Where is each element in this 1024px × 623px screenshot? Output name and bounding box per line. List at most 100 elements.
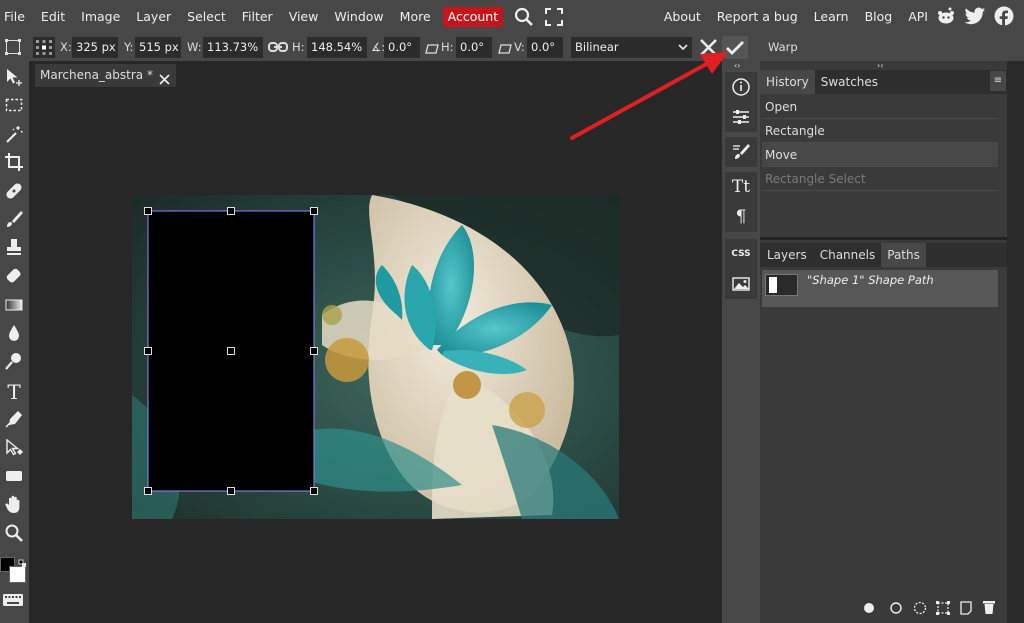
close-tab-icon[interactable] <box>159 70 170 93</box>
history-item-move[interactable]: Move <box>762 143 998 167</box>
panel-menu-icon[interactable]: ≡ <box>990 71 1006 91</box>
info-panel-icon[interactable] <box>725 72 757 102</box>
menu-view[interactable]: View <box>281 0 327 34</box>
menu-window[interactable]: Window <box>326 0 391 34</box>
fill-path-icon[interactable] <box>863 602 875 617</box>
path-to-selection-icon[interactable] <box>913 601 927 618</box>
reference-point-icon[interactable] <box>33 37 55 58</box>
blur-tool-icon[interactable] <box>2 323 26 347</box>
collapse-arrows-icon[interactable]: ‹› <box>734 61 740 70</box>
healing-tool-icon[interactable] <box>2 181 26 205</box>
fullscreen-icon[interactable] <box>545 8 564 26</box>
tab-swatches[interactable]: Swatches <box>815 70 884 94</box>
image-panel-icon[interactable] <box>725 269 757 299</box>
h-label: H: <box>292 40 305 54</box>
reddit-icon[interactable] <box>936 7 958 28</box>
skew-h-input[interactable]: 0.0° <box>456 37 492 58</box>
confirm-transform-icon[interactable] <box>722 36 748 59</box>
menu-more[interactable]: More <box>392 0 439 34</box>
shape-tool-icon[interactable] <box>2 466 26 490</box>
w-input[interactable]: 113.73% <box>203 37 263 58</box>
history-item-open[interactable]: Open <box>762 95 998 119</box>
history-item-rectangle-select[interactable]: Rectangle Select <box>762 167 998 191</box>
x-input[interactable]: 325 px <box>72 37 118 58</box>
layers-tabs: Layers Channels Paths <box>760 243 1007 267</box>
skew-v-label: V: <box>514 40 525 54</box>
document-tab[interactable]: Marchena_abstra * <box>35 64 176 87</box>
tab-layers[interactable]: Layers <box>760 243 814 267</box>
tab-history[interactable]: History <box>760 70 815 94</box>
interpolation-select[interactable]: Bilinear <box>571 37 692 58</box>
pen-tool-icon[interactable] <box>2 409 26 433</box>
path-row[interactable]: "Shape 1" Shape Path <box>762 270 998 307</box>
brush-tool-icon[interactable] <box>2 209 26 233</box>
zoom-tool-icon[interactable] <box>2 523 26 547</box>
h-input[interactable]: 148.54% <box>307 37 367 58</box>
css-panel-icon[interactable]: CSS <box>725 239 757 269</box>
stroke-path-icon[interactable] <box>890 602 902 617</box>
tab-channels[interactable]: Channels <box>814 243 882 267</box>
new-path-icon[interactable] <box>959 601 973 618</box>
tab-paths[interactable]: Paths <box>881 243 926 267</box>
eraser-tool-icon[interactable] <box>2 266 26 290</box>
move-tool-icon[interactable] <box>2 67 26 91</box>
panel-collapse-icon[interactable]: ›‹ <box>877 61 883 70</box>
panel-icons-column: ‹› Tt ¶ CSS <box>722 61 760 623</box>
hand-tool-icon[interactable] <box>2 494 26 518</box>
path-name: "Shape 1" Shape Path <box>807 273 934 287</box>
account-button[interactable]: Account <box>442 7 504 27</box>
character-panel-icon[interactable]: Tt <box>725 172 757 202</box>
selection-to-path-icon[interactable] <box>936 601 950 618</box>
link-api[interactable]: API <box>900 0 936 34</box>
brush-settings-panel-icon[interactable] <box>725 137 757 167</box>
skew-v-icon <box>498 43 512 57</box>
menu-filter[interactable]: Filter <box>234 0 281 34</box>
cancel-transform-icon[interactable] <box>698 37 719 61</box>
magic-wand-tool-icon[interactable] <box>2 124 26 148</box>
layers-panel: Layers Channels Paths "Shape 1" Shape Pa… <box>760 240 1007 623</box>
menu-layer[interactable]: Layer <box>128 0 179 34</box>
crop-tool-icon[interactable] <box>2 152 26 176</box>
skew-h-label: H: <box>441 40 454 54</box>
link-proportions-icon[interactable] <box>268 41 288 56</box>
link-blog[interactable]: Blog <box>857 0 901 34</box>
skew-v-input[interactable]: 0.0° <box>527 37 563 58</box>
path-thumbnail <box>765 274 798 296</box>
y-input[interactable]: 515 px <box>135 37 181 58</box>
menu-edit[interactable]: Edit <box>33 0 73 34</box>
w-label: W: <box>187 40 202 54</box>
stamp-tool-icon[interactable] <box>2 237 26 261</box>
warp-button[interactable]: Warp <box>768 37 798 58</box>
history-panel: ›‹ History Swatches Open Rectangle Move … <box>760 61 1007 237</box>
angle-input[interactable]: 0.0° <box>384 37 420 58</box>
transform-options-bar: X: 325 px Y: 515 px W: 113.73% H: 148.54… <box>0 34 1024 61</box>
dodge-tool-icon[interactable] <box>2 351 26 375</box>
menu-bar: File Edit Image Layer Select Filter View… <box>0 0 1024 34</box>
menu-right-links: About Report a bug Learn Blog API <box>656 0 1024 34</box>
path-select-tool-icon[interactable] <box>2 438 26 462</box>
link-report-bug[interactable]: Report a bug <box>709 0 806 34</box>
keyboard-icon[interactable] <box>2 593 24 610</box>
text-tool-icon[interactable]: T <box>2 380 26 404</box>
link-learn[interactable]: Learn <box>806 0 857 34</box>
transform-icon[interactable] <box>4 38 22 59</box>
menu-select[interactable]: Select <box>179 0 234 34</box>
marquee-tool-icon[interactable] <box>2 95 26 119</box>
gradient-tool-icon[interactable] <box>2 295 26 319</box>
x-label: X: <box>60 40 72 54</box>
delete-path-icon[interactable] <box>982 600 996 618</box>
search-icon[interactable] <box>513 6 535 28</box>
link-about[interactable]: About <box>656 0 709 34</box>
menu-file[interactable]: File <box>0 0 33 34</box>
skew-h-icon <box>425 43 439 57</box>
adjustments-panel-icon[interactable] <box>725 102 757 132</box>
path-thumbnail-shape <box>769 277 777 293</box>
interpolation-value: Bilinear <box>575 40 619 54</box>
image-canvas[interactable] <box>132 195 619 519</box>
facebook-icon[interactable] <box>994 6 1018 29</box>
twitter-icon[interactable] <box>964 7 988 28</box>
menu-image[interactable]: Image <box>73 0 128 34</box>
swap-colors-icon[interactable] <box>18 557 27 571</box>
paragraph-panel-icon[interactable]: ¶ <box>725 202 757 232</box>
history-item-rectangle[interactable]: Rectangle <box>762 119 998 143</box>
